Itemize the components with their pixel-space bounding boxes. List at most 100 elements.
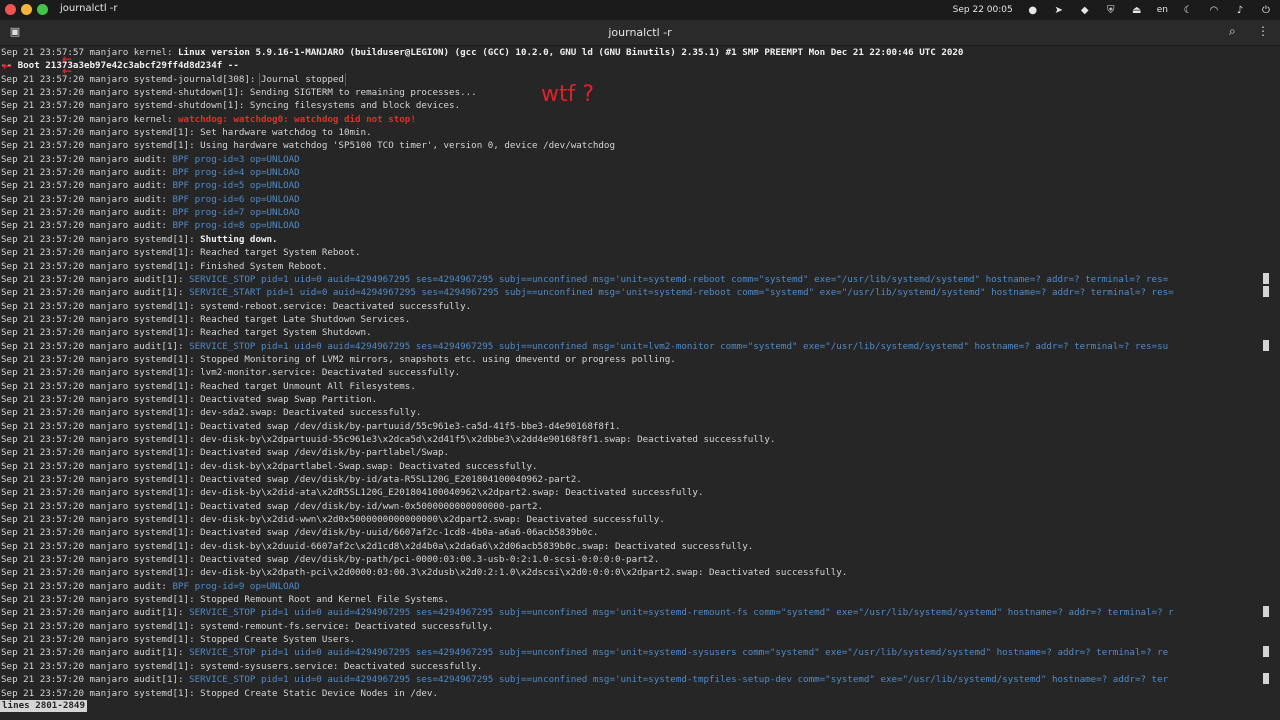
- log-message: Stopped Monitoring of LVM2 mirrors, snap…: [200, 353, 676, 365]
- keyboard-layout[interactable]: en: [1157, 5, 1168, 15]
- log-message: Deactivated swap /dev/disk/by-partuuid/5…: [200, 420, 621, 432]
- log-prefix: Sep 21 23:57:20 manjaro audit[1]:: [1, 647, 190, 659]
- log-line: Sep 21 23:57:20 manjaro audit: BPF prog-…: [1, 193, 1271, 206]
- menu-icon[interactable]: ⋮: [1256, 24, 1270, 40]
- log-prefix: Sep 21 23:57:20 manjaro audit[1]:: [1, 273, 190, 285]
- log-line: Sep 21 23:57:20 manjaro systemd[1]: syst…: [1, 300, 1271, 313]
- arrow-icon: ←: [62, 64, 73, 78]
- log-prefix: Sep 21 23:57:20 manjaro kernel:: [1, 113, 179, 125]
- truncation-marker: [1263, 673, 1269, 685]
- pager-status: lines 2801-2849: [0, 700, 87, 712]
- log-line: -- Boot 21373a3eb97e42c3abcf29ff4d8d234f…: [1, 59, 1271, 72]
- log-line: Sep 21 23:57:57 manjaro kernel: Linux ve…: [1, 46, 1271, 59]
- log-message: Finished System Reboot.: [200, 260, 328, 272]
- log-message: Using hardware watchdog 'SP5100 TCO time…: [200, 140, 615, 152]
- log-message: Stopped Create System Users.: [200, 634, 356, 646]
- annotation-text: wtf ?: [541, 82, 595, 107]
- log-line: Sep 21 23:57:20 manjaro systemd[1]: dev-…: [1, 433, 1271, 446]
- log-line: Sep 21 23:57:20 manjaro audit: BPF prog-…: [1, 206, 1271, 219]
- log-prefix: Sep 21 23:57:20 manjaro systemd[1]:: [1, 300, 201, 312]
- maximize-window-button[interactable]: [37, 4, 48, 15]
- log-message: BPF prog-id=9 op=UNLOAD: [172, 580, 300, 592]
- log-prefix: Sep 21 23:57:20 manjaro systemd[1]:: [1, 447, 201, 459]
- log-message: dev-disk-by\x2duuid-6607af2c\x2d1cd8\x2d…: [200, 540, 754, 552]
- minimize-window-button[interactable]: [21, 4, 32, 15]
- log-prefix: Sep 21 23:57:20 manjaro systemd[1]:: [1, 620, 201, 632]
- log-prefix: Sep 21 23:57:20 manjaro systemd-journald…: [1, 73, 261, 85]
- log-message: lvm2-monitor.service: Deactivated succes…: [200, 367, 461, 379]
- night-mode-icon[interactable]: ☾: [1182, 5, 1194, 16]
- wifi-icon[interactable]: ◠: [1208, 5, 1220, 16]
- log-message: -- Boot 21373a3eb97e42c3abcf29ff4d8d234f…: [1, 60, 239, 72]
- log-line: Sep 21 23:57:20 manjaro systemd[1]: dev-…: [1, 540, 1271, 553]
- clock[interactable]: Sep 22 00:05: [953, 5, 1013, 15]
- log-line: Sep 21 23:57:20 manjaro systemd[1]: Fini…: [1, 260, 1271, 273]
- log-prefix: Sep 21 23:57:20 manjaro systemd[1]:: [1, 367, 201, 379]
- log-prefix: Sep 21 23:57:57 manjaro kernel:: [1, 47, 179, 58]
- log-prefix: Sep 21 23:57:20 manjaro systemd[1]:: [1, 554, 201, 566]
- log-prefix: Sep 21 23:57:20 manjaro systemd[1]:: [1, 327, 201, 339]
- log-message: dev-sda2.swap: Deactivated successfully.: [200, 407, 422, 419]
- telegram-icon[interactable]: ➤: [1053, 5, 1065, 16]
- close-window-button[interactable]: [5, 4, 16, 15]
- log-line: Sep 21 23:57:20 manjaro systemd[1]: lvm2…: [1, 366, 1271, 379]
- log-prefix: Sep 21 23:57:20 manjaro systemd[1]:: [1, 353, 201, 365]
- log-prefix: Sep 21 23:57:20 manjaro systemd[1]:: [1, 380, 201, 392]
- log-prefix: Sep 21 23:57:20 manjaro audit:: [1, 180, 173, 192]
- log-message: SERVICE_STOP pid=1 uid=0 auid=4294967295…: [189, 340, 1169, 352]
- log-prefix: Sep 21 23:57:20 manjaro systemd[1]:: [1, 567, 201, 579]
- log-prefix: Sep 21 23:57:20 manjaro systemd-shutdown…: [1, 100, 250, 112]
- log-prefix: Sep 21 23:57:20 manjaro audit:: [1, 207, 173, 219]
- log-line: Sep 21 23:57:20 manjaro systemd-shutdown…: [1, 86, 1271, 99]
- log-message: Deactivated swap Swap Partition.: [200, 393, 378, 405]
- log-message: SERVICE_STOP pid=1 uid=0 auid=4294967295…: [189, 273, 1169, 285]
- log-prefix: Sep 21 23:57:20 manjaro audit[1]:: [1, 340, 190, 352]
- volume-icon[interactable]: ♪: [1234, 5, 1246, 16]
- log-line: Sep 21 23:57:20 manjaro systemd[1]: syst…: [1, 620, 1271, 633]
- log-message: dev-disk-by\x2dpartuuid-55c961e3\x2dca5d…: [200, 433, 776, 445]
- log-message: Reached target Unmount All Filesystems.: [200, 380, 416, 392]
- truncation-marker: [1263, 272, 1269, 284]
- log-message: Deactivated swap /dev/disk/by-uuid/6607a…: [200, 527, 599, 539]
- arrow-icon: ←: [2, 59, 13, 73]
- search-icon[interactable]: ⌕: [1229, 24, 1243, 40]
- power-icon[interactable]: ⏻: [1260, 5, 1272, 16]
- log-message: Deactivated swap /dev/disk/by-id/wwn-0x5…: [200, 500, 544, 512]
- log-prefix: Sep 21 23:57:20 manjaro systemd[1]:: [1, 660, 201, 672]
- truncation-marker: [1263, 286, 1269, 298]
- notification-dot-icon[interactable]: ●: [1027, 5, 1039, 16]
- log-line: Sep 21 23:57:20 manjaro systemd[1]: Stop…: [1, 593, 1271, 606]
- log-line: Sep 21 23:57:20 manjaro audit: BPF prog-…: [1, 153, 1271, 166]
- log-prefix: Sep 21 23:57:20 manjaro systemd[1]:: [1, 514, 201, 526]
- log-prefix: Sep 21 23:57:20 manjaro audit[1]:: [1, 607, 190, 619]
- log-prefix: Sep 21 23:57:20 manjaro systemd-shutdown…: [1, 87, 250, 99]
- log-prefix: Sep 21 23:57:20 manjaro systemd[1]:: [1, 594, 201, 606]
- system-tray: Sep 22 00:05 ● ➤ ◆ ⛨ ⏏ en ☾ ◠ ♪ ⏻: [953, 0, 1272, 20]
- log-line: Sep 21 23:57:20 manjaro systemd[1]: dev-…: [1, 486, 1271, 499]
- log-line: Sep 21 23:57:20 manjaro systemd[1]: Deac…: [1, 446, 1271, 459]
- log-message: watchdog: watchdog0: watchdog did not st…: [178, 113, 416, 125]
- log-line: Sep 21 23:57:20 manjaro systemd[1]: Reac…: [1, 326, 1271, 339]
- terminal-output[interactable]: Sep 21 23:57:57 manjaro kernel: Linux ve…: [0, 46, 1280, 720]
- log-prefix: Sep 21 23:57:20 manjaro systemd[1]:: [1, 634, 201, 646]
- log-line: Sep 21 23:57:20 manjaro systemd-journald…: [1, 72, 1271, 87]
- log-prefix: Sep 21 23:57:20 manjaro audit:: [1, 193, 173, 205]
- eject-icon[interactable]: ⏏: [1131, 5, 1143, 16]
- system-top-bar: journalctl -r Sep 22 00:05 ● ➤ ◆ ⛨ ⏏ en …: [0, 0, 1280, 20]
- log-prefix: Sep 21 23:57:20 manjaro systemd[1]:: [1, 540, 201, 552]
- log-prefix: Sep 21 23:57:20 manjaro audit[1]:: [1, 674, 190, 686]
- log-line: Sep 21 23:57:20 manjaro audit: BPF prog-…: [1, 219, 1271, 232]
- log-line: Sep 21 23:57:20 manjaro kernel: watchdog…: [1, 113, 1271, 126]
- log-line: Sep 21 23:57:20 manjaro audit[1]: SERVIC…: [1, 339, 1271, 353]
- log-prefix: Sep 21 23:57:20 manjaro audit:: [1, 153, 173, 165]
- log-message: dev-disk-by\x2dpartlabel-Swap.swap: Deac…: [200, 460, 538, 472]
- log-prefix: Sep 21 23:57:20 manjaro systemd[1]:: [1, 260, 201, 272]
- log-prefix: Sep 21 23:57:20 manjaro systemd[1]:: [1, 433, 201, 445]
- log-line: Sep 21 23:57:20 manjaro audit[1]: SERVIC…: [1, 606, 1271, 619]
- shield-icon[interactable]: ⛨: [1105, 5, 1117, 16]
- messenger-icon[interactable]: ◆: [1079, 5, 1091, 16]
- log-message: Stopped Remount Root and Kernel File Sys…: [200, 594, 450, 606]
- log-line: Sep 21 23:57:20 manjaro audit: BPF prog-…: [1, 179, 1271, 192]
- log-message: SERVICE_STOP pid=1 uid=0 auid=4294967295…: [189, 647, 1169, 659]
- log-line: Sep 21 23:57:20 manjaro systemd[1]: Deac…: [1, 420, 1271, 433]
